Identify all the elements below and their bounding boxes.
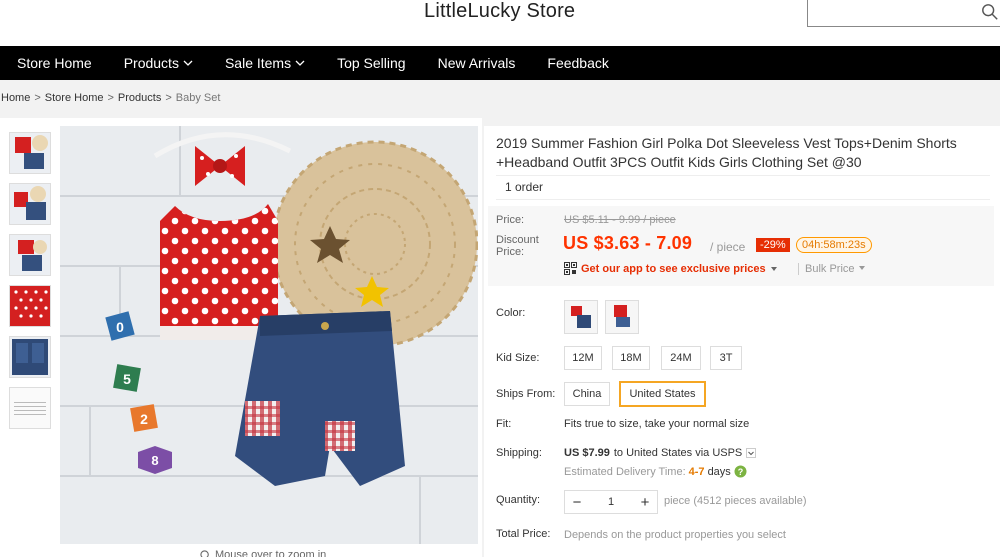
search-icon[interactable] xyxy=(981,3,999,21)
chevron-down-icon xyxy=(746,448,757,458)
breadcrumb: Home > Store Home > Products > Baby Set xyxy=(1,92,220,104)
nav-top-selling[interactable]: Top Selling xyxy=(321,46,422,80)
qr-code-icon xyxy=(564,262,577,275)
quantity-decrease-button[interactable]: − xyxy=(565,491,589,513)
thumbnail-2[interactable] xyxy=(9,183,51,225)
price-unit: / piece xyxy=(710,240,746,254)
order-count: 1 order xyxy=(496,175,990,200)
fit-label: Fit: xyxy=(496,418,512,430)
nav-label: Sale Items xyxy=(224,55,292,71)
size-option-3t[interactable]: 3T xyxy=(710,346,742,370)
search-input[interactable] xyxy=(807,0,1000,27)
price-label: Price: xyxy=(496,214,525,226)
delivery-days: 4-7 xyxy=(688,465,705,478)
store-title[interactable]: LittleLucky Store xyxy=(424,0,575,23)
quantity-label: Quantity: xyxy=(496,494,541,506)
app-promo-text: Get our app to see exclusive prices xyxy=(581,262,766,275)
nav-new-arrivals[interactable]: New Arrivals xyxy=(422,46,532,80)
store-header: LittleLucky Store xyxy=(0,0,1000,46)
main-product-image[interactable]: 0 5 2 8 xyxy=(60,126,478,544)
total-price-text: Depends on the product properties you se… xyxy=(564,529,786,541)
quantity-available: piece (4512 pieces available) xyxy=(664,495,807,507)
bulk-price-text: Bulk Price xyxy=(805,263,855,275)
nav-feedback[interactable]: Feedback xyxy=(531,46,624,80)
nav-label: Store Home xyxy=(17,55,92,71)
product-gallery: 0 5 2 8 Mouse over to zoom in xyxy=(0,118,482,557)
help-icon[interactable]: ? xyxy=(734,465,747,478)
thumbnail-5[interactable] xyxy=(9,336,51,378)
ships-from-china[interactable]: China xyxy=(564,382,610,406)
breadcrumb-separator: > xyxy=(165,92,172,104)
shipping-cost: US $7.99 xyxy=(564,447,610,459)
nav-label: Products xyxy=(123,55,179,71)
zoom-icon xyxy=(200,549,209,557)
size-option-18m[interactable]: 18M xyxy=(612,346,650,370)
bulk-price-link[interactable]: Bulk Price xyxy=(798,263,866,275)
color-swatch-1[interactable] xyxy=(564,300,598,334)
shipping-label: Shipping: xyxy=(496,447,542,459)
discount-price-label: Discount Price: xyxy=(496,234,539,258)
thumbnail-1[interactable] xyxy=(9,132,51,174)
caret-down-icon xyxy=(770,266,777,271)
nav-label: Feedback xyxy=(547,55,609,71)
zoom-hint-text: Mouse over to zoom in xyxy=(215,549,327,557)
thumbnail-list xyxy=(9,132,51,438)
quantity-input[interactable] xyxy=(589,491,633,513)
chevron-down-icon xyxy=(295,60,305,66)
color-label: Color: xyxy=(496,307,526,319)
thumbnail-4[interactable] xyxy=(9,285,51,327)
discount-badge: -29% xyxy=(756,238,790,252)
svg-text:5: 5 xyxy=(123,371,131,387)
countdown-timer: 04h:58m:23s xyxy=(796,237,872,253)
nav-label: Top Selling xyxy=(337,55,406,71)
thumbnail-3[interactable] xyxy=(9,234,51,276)
nav-label: New Arrivals xyxy=(437,55,516,71)
product-details: 2019 Summer Fashion Girl Polka Dot Sleev… xyxy=(484,126,1000,557)
svg-text:2: 2 xyxy=(140,411,148,427)
kid-size-label: Kid Size: xyxy=(496,352,540,364)
nav-sale-items[interactable]: Sale Items xyxy=(209,46,321,80)
breadcrumb-products[interactable]: Products xyxy=(118,92,161,104)
total-price-label: Total Price: xyxy=(496,528,551,540)
original-price: US $5.11 - 9.99 / piece xyxy=(564,214,676,226)
color-swatch-2[interactable] xyxy=(605,300,639,334)
thumbnail-6[interactable] xyxy=(9,387,51,429)
delivery-time: Estimated Delivery Time: 4-7 days ? xyxy=(564,465,747,478)
fit-text: Fits true to size, take your normal size xyxy=(564,418,750,430)
size-option-24m[interactable]: 24M xyxy=(661,346,701,370)
app-promo-link[interactable]: Get our app to see exclusive prices xyxy=(564,262,778,275)
discount-price: US $3.63 - 7.09 xyxy=(563,233,693,253)
store-nav: Store Home Products Sale Items Top Selli… xyxy=(0,46,1000,80)
quantity-increase-button[interactable]: + xyxy=(633,491,657,513)
quantity-stepper: − + xyxy=(564,490,658,514)
caret-down-icon xyxy=(858,266,865,270)
delivery-label: Estimated Delivery Time: xyxy=(564,465,686,478)
product-title: 2019 Summer Fashion Girl Polka Dot Sleev… xyxy=(496,135,957,170)
ships-from-united-states[interactable]: United States xyxy=(619,381,706,407)
price-box: Price: US $5.11 - 9.99 / piece Discount … xyxy=(488,206,994,286)
ships-from-label: Ships From: xyxy=(496,388,556,400)
chevron-down-icon xyxy=(183,60,193,66)
nav-store-home[interactable]: Store Home xyxy=(0,46,108,80)
delivery-unit: days xyxy=(707,465,731,478)
nav-products[interactable]: Products xyxy=(108,46,209,80)
breadcrumb-store-home[interactable]: Store Home xyxy=(45,92,104,104)
svg-text:0: 0 xyxy=(116,319,124,335)
breadcrumb-home[interactable]: Home xyxy=(1,92,30,104)
breadcrumb-current: Baby Set xyxy=(175,92,221,104)
size-option-12m[interactable]: 12M xyxy=(564,346,602,370)
breadcrumb-separator: > xyxy=(107,92,114,104)
svg-text:8: 8 xyxy=(151,453,158,468)
zoom-hint: Mouse over to zoom in xyxy=(200,549,326,557)
shipping-info[interactable]: US $7.99 to United States via USPS xyxy=(564,447,757,459)
svg-text:?: ? xyxy=(738,467,744,477)
shipping-destination: to United States via USPS xyxy=(613,447,743,459)
breadcrumb-separator: > xyxy=(34,92,41,104)
